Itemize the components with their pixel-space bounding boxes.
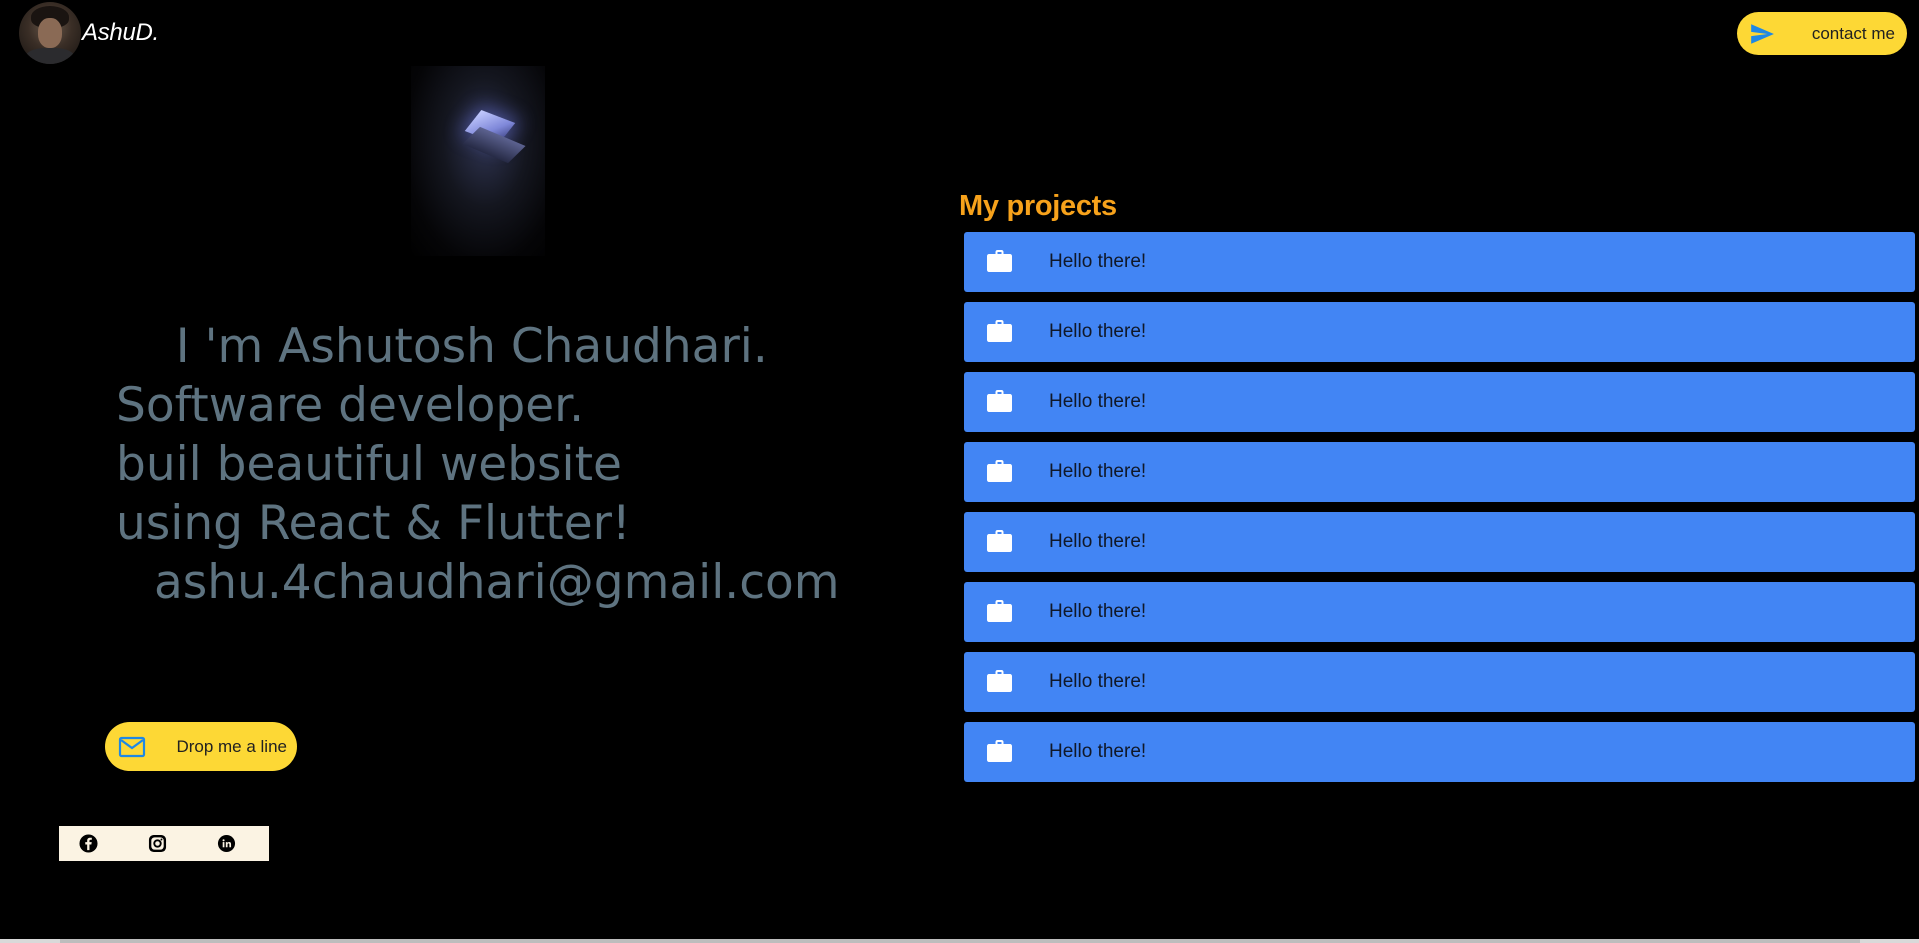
project-item[interactable]: Hello there!: [964, 582, 1915, 642]
facebook-icon[interactable]: [79, 834, 98, 853]
email-text: ashu.4chaudhari@gmail.com: [154, 555, 840, 610]
project-label: Hello there!: [1049, 321, 1147, 342]
intro-line: buil beautiful website: [116, 437, 622, 492]
briefcase-icon: [986, 459, 1013, 483]
linkedin-icon[interactable]: [217, 834, 236, 853]
project-item[interactable]: Hello there!: [964, 652, 1915, 712]
project-item[interactable]: Hello there!: [964, 512, 1915, 572]
instagram-icon[interactable]: [148, 834, 167, 853]
project-label: Hello there!: [1049, 601, 1147, 622]
avatar[interactable]: [19, 2, 81, 64]
project-label: Hello there!: [1049, 741, 1147, 762]
send-icon: [1747, 21, 1777, 47]
intro-text: I 'm Ashutosh Chaudhari. Software develo…: [116, 258, 840, 612]
project-item[interactable]: Hello there!: [964, 232, 1915, 292]
hero-image: [411, 66, 545, 256]
drop-me-a-line-button[interactable]: Drop me a line: [105, 722, 297, 771]
horizontal-scrollbar[interactable]: [0, 939, 1919, 943]
drop-me-a-line-label: Drop me a line: [176, 736, 287, 756]
briefcase-icon: [986, 529, 1013, 553]
project-label: Hello there!: [1049, 461, 1147, 482]
projects-list: Hello there! Hello there! Hello there! H…: [964, 232, 1915, 792]
briefcase-icon: [986, 599, 1013, 623]
project-item[interactable]: Hello there!: [964, 722, 1915, 782]
briefcase-icon: [986, 249, 1013, 273]
project-label: Hello there!: [1049, 391, 1147, 412]
briefcase-icon: [986, 319, 1013, 343]
briefcase-icon: [986, 669, 1013, 693]
intro-line: using React & Flutter!: [116, 496, 631, 551]
contact-me-label: contact me: [1811, 23, 1895, 43]
page: AshuD. contact me I 'm Ashutosh Chaudhar…: [0, 0, 1919, 943]
social-links: [59, 826, 269, 861]
intro-line: I 'm Ashutosh Chaudhari.: [175, 319, 768, 374]
project-item[interactable]: Hello there!: [964, 442, 1915, 502]
contact-me-button[interactable]: contact me: [1737, 12, 1907, 55]
project-label: Hello there!: [1049, 531, 1147, 552]
project-item[interactable]: Hello there!: [964, 302, 1915, 362]
mail-icon: [117, 734, 147, 760]
project-item[interactable]: Hello there!: [964, 372, 1915, 432]
project-label: Hello there!: [1049, 671, 1147, 692]
brand-logo[interactable]: AshuD.: [82, 19, 159, 47]
briefcase-icon: [986, 739, 1013, 763]
scrollbar-thumb[interactable]: [60, 939, 1860, 943]
briefcase-icon: [986, 389, 1013, 413]
intro-line: Software developer.: [116, 378, 585, 433]
projects-title: My projects: [959, 190, 1117, 222]
project-label: Hello there!: [1049, 251, 1147, 272]
